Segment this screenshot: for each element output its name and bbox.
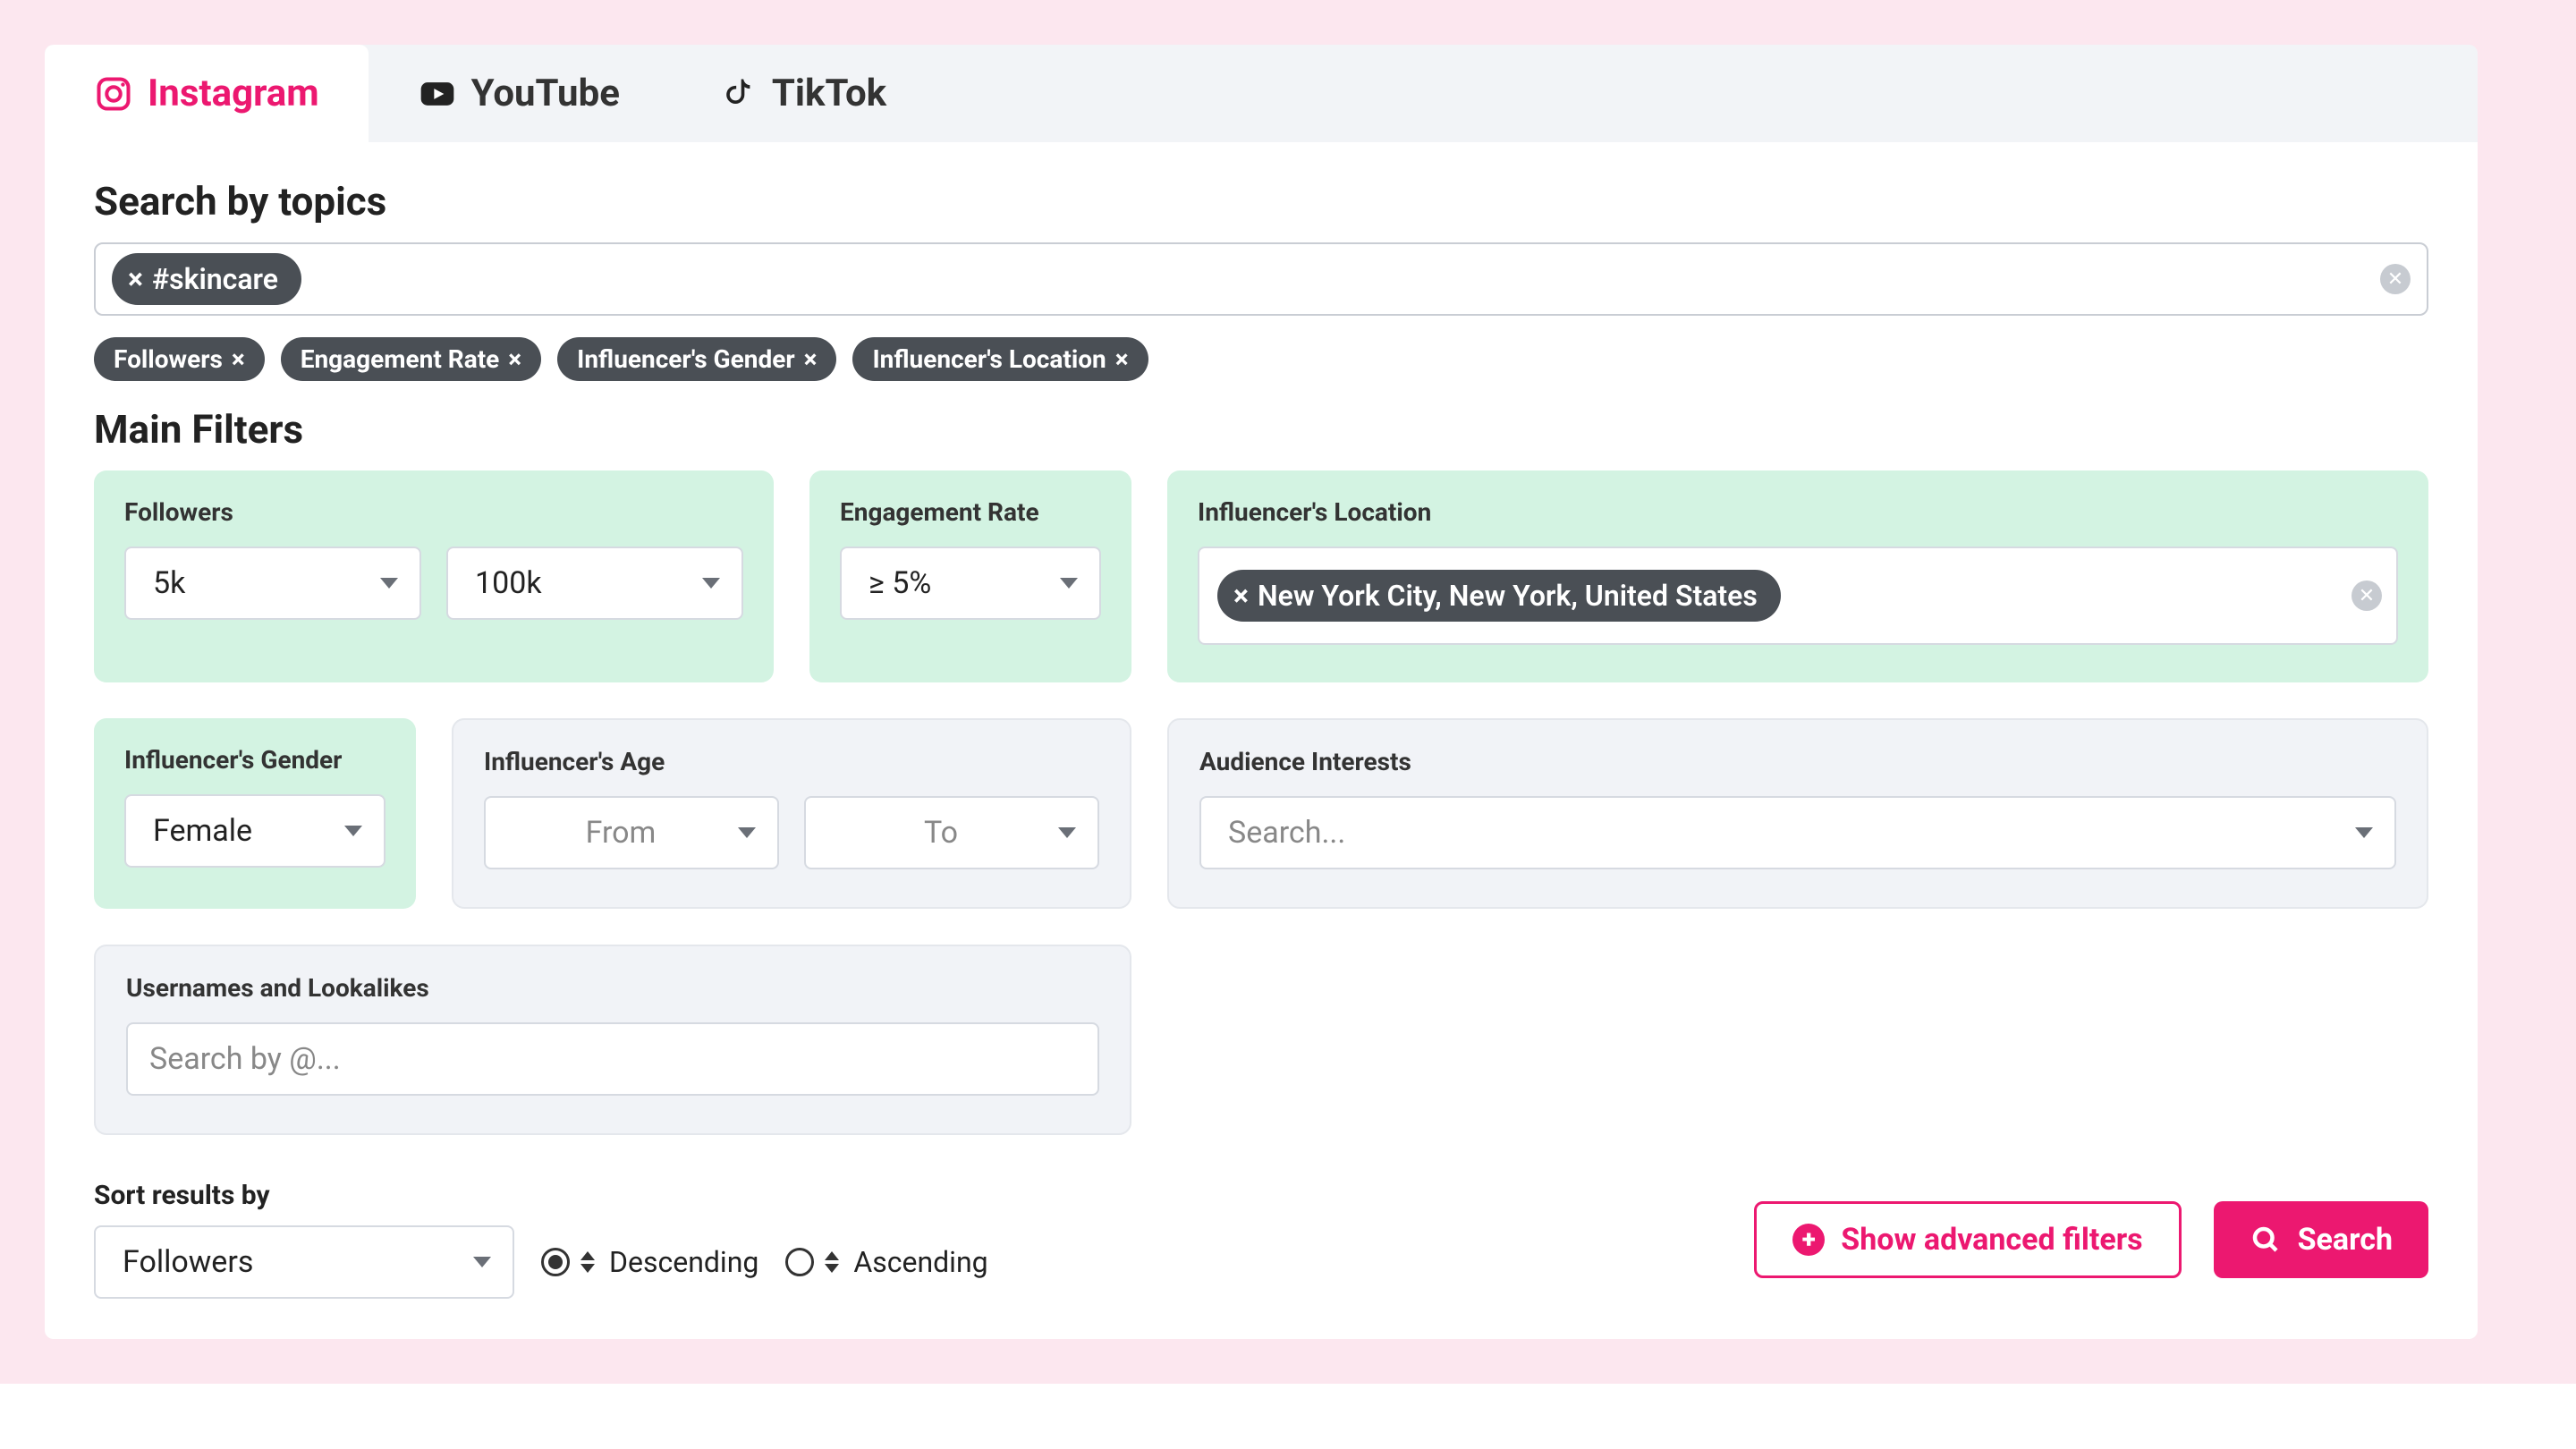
filter-label: Audience Interests: [1199, 747, 2396, 776]
button-label: Search: [2298, 1222, 2393, 1258]
youtube-icon: [418, 74, 457, 114]
filter-followers: Followers 5k 100k: [94, 470, 774, 682]
age-from-select[interactable]: From: [484, 796, 779, 869]
followers-from-select[interactable]: 5k: [124, 547, 421, 620]
interests-select[interactable]: Search...: [1199, 796, 2396, 869]
filter-age: Influencer's Age From To: [452, 718, 1131, 909]
sort-ascending-radio[interactable]: Ascending: [785, 1245, 987, 1279]
gender-select[interactable]: Female: [124, 794, 386, 868]
remove-filter-icon[interactable]: ×: [804, 344, 818, 374]
radio-dot-icon: [785, 1248, 814, 1276]
tab-label: Instagram: [148, 72, 319, 115]
filter-label: Engagement Rate: [840, 497, 1101, 527]
applied-filter-location[interactable]: Influencer's Location ×: [852, 337, 1148, 381]
plus-circle-icon: +: [1792, 1224, 1825, 1256]
followers-to-select[interactable]: 100k: [446, 547, 743, 620]
filter-lookalikes: Usernames and Lookalikes Search by @...: [94, 945, 1131, 1135]
chip-label: Engagement Rate: [301, 344, 500, 374]
search-topics-title: Search by topics: [94, 178, 2428, 225]
input-placeholder: Search by @...: [149, 1041, 341, 1077]
filters-row-3: Usernames and Lookalikes Search by @...: [94, 945, 2428, 1135]
applied-filter-gender[interactable]: Influencer's Gender ×: [557, 337, 836, 381]
remove-filter-icon[interactable]: ×: [232, 344, 245, 374]
select-value: 100k: [475, 565, 542, 601]
filter-label: Influencer's Age: [484, 747, 1099, 776]
chip-label: Influencer's Location: [872, 344, 1106, 374]
filter-label: Followers: [124, 497, 743, 527]
age-to-select[interactable]: To: [804, 796, 1099, 869]
sort-icon: [580, 1251, 595, 1273]
filter-audience-interests: Audience Interests Search...: [1167, 718, 2428, 909]
sort-descending-radio[interactable]: Descending: [541, 1245, 758, 1279]
content-area: Search by topics × #skincare ✕ Followers…: [45, 142, 2478, 1339]
filter-gender: Influencer's Gender Female: [94, 718, 416, 909]
chip-label: Followers: [114, 344, 223, 374]
select-placeholder: Search...: [1228, 815, 1345, 851]
radio-label: Ascending: [853, 1245, 987, 1279]
clear-location-icon[interactable]: ✕: [2351, 580, 2382, 611]
caret-down-icon: [1058, 827, 1076, 838]
tab-label: YouTube: [471, 72, 620, 115]
instagram-icon: [94, 74, 133, 114]
sort-label: Sort results by: [94, 1180, 988, 1211]
applied-filter-followers[interactable]: Followers ×: [94, 337, 265, 381]
tab-youtube[interactable]: YouTube: [369, 45, 669, 142]
topic-chip[interactable]: × #skincare: [112, 253, 301, 305]
tab-tiktok[interactable]: TikTok: [669, 45, 936, 142]
applied-filter-engagement[interactable]: Engagement Rate ×: [281, 337, 541, 381]
select-value: Followers: [123, 1244, 253, 1280]
remove-topic-icon[interactable]: ×: [128, 262, 143, 296]
location-input[interactable]: × New York City, New York, United States…: [1198, 547, 2398, 645]
radio-label: Descending: [609, 1245, 758, 1279]
remove-location-icon[interactable]: ×: [1233, 579, 1249, 613]
bottom-bar: Sort results by Followers Descending: [94, 1180, 2428, 1299]
filter-location: Influencer's Location × New York City, N…: [1167, 470, 2428, 682]
tiktok-icon: [718, 74, 758, 114]
filters-row-2: Influencer's Gender Female Influencer's …: [94, 718, 2428, 909]
engagement-select[interactable]: ≥ 5%: [840, 547, 1101, 620]
filter-label: Influencer's Location: [1198, 497, 2398, 527]
applied-filters: Followers × Engagement Rate × Influencer…: [94, 337, 2428, 381]
action-buttons: + Show advanced filters Search: [1754, 1201, 2428, 1278]
caret-down-icon: [2355, 827, 2373, 838]
search-icon: [2250, 1224, 2282, 1256]
caret-down-icon: [380, 578, 398, 589]
select-placeholder: From: [586, 815, 657, 851]
caret-down-icon: [344, 826, 362, 836]
tab-instagram[interactable]: Instagram: [45, 45, 369, 142]
filters-row-1: Followers 5k 100k Engagement Rate: [94, 470, 2428, 682]
caret-down-icon: [473, 1257, 491, 1267]
select-value: 5k: [153, 565, 185, 601]
sort-block: Sort results by Followers Descending: [94, 1180, 988, 1299]
filter-label: Usernames and Lookalikes: [126, 973, 1099, 1003]
select-value: Female: [153, 813, 252, 849]
sort-field-select[interactable]: Followers: [94, 1225, 514, 1299]
sort-icon: [825, 1251, 839, 1273]
search-panel: Instagram YouTube TikTok: [45, 45, 2478, 1339]
search-button[interactable]: Search: [2214, 1201, 2428, 1278]
location-chip[interactable]: × New York City, New York, United States: [1217, 570, 1781, 622]
filter-label: Influencer's Gender: [124, 745, 386, 775]
caret-down-icon: [738, 827, 756, 838]
chip-label: Influencer's Gender: [577, 344, 794, 374]
button-label: Show advanced filters: [1841, 1222, 2142, 1258]
topic-search-input[interactable]: × #skincare ✕: [94, 242, 2428, 316]
topic-chip-text: #skincare: [152, 262, 278, 296]
radio-dot-icon: [541, 1248, 570, 1276]
caret-down-icon: [1060, 578, 1078, 589]
tab-label: TikTok: [772, 72, 886, 115]
main-filters-title: Main Filters: [94, 406, 2428, 453]
select-placeholder: To: [924, 815, 958, 851]
location-chip-text: New York City, New York, United States: [1258, 579, 1758, 613]
remove-filter-icon[interactable]: ×: [508, 344, 521, 374]
remove-filter-icon[interactable]: ×: [1115, 344, 1129, 374]
platform-tabs: Instagram YouTube TikTok: [45, 45, 2478, 142]
show-advanced-filters-button[interactable]: + Show advanced filters: [1754, 1201, 2181, 1278]
lookalikes-input[interactable]: Search by @...: [126, 1022, 1099, 1096]
caret-down-icon: [702, 578, 720, 589]
clear-topics-icon[interactable]: ✕: [2380, 264, 2411, 294]
filter-engagement: Engagement Rate ≥ 5%: [809, 470, 1131, 682]
select-value: ≥ 5%: [869, 565, 931, 601]
